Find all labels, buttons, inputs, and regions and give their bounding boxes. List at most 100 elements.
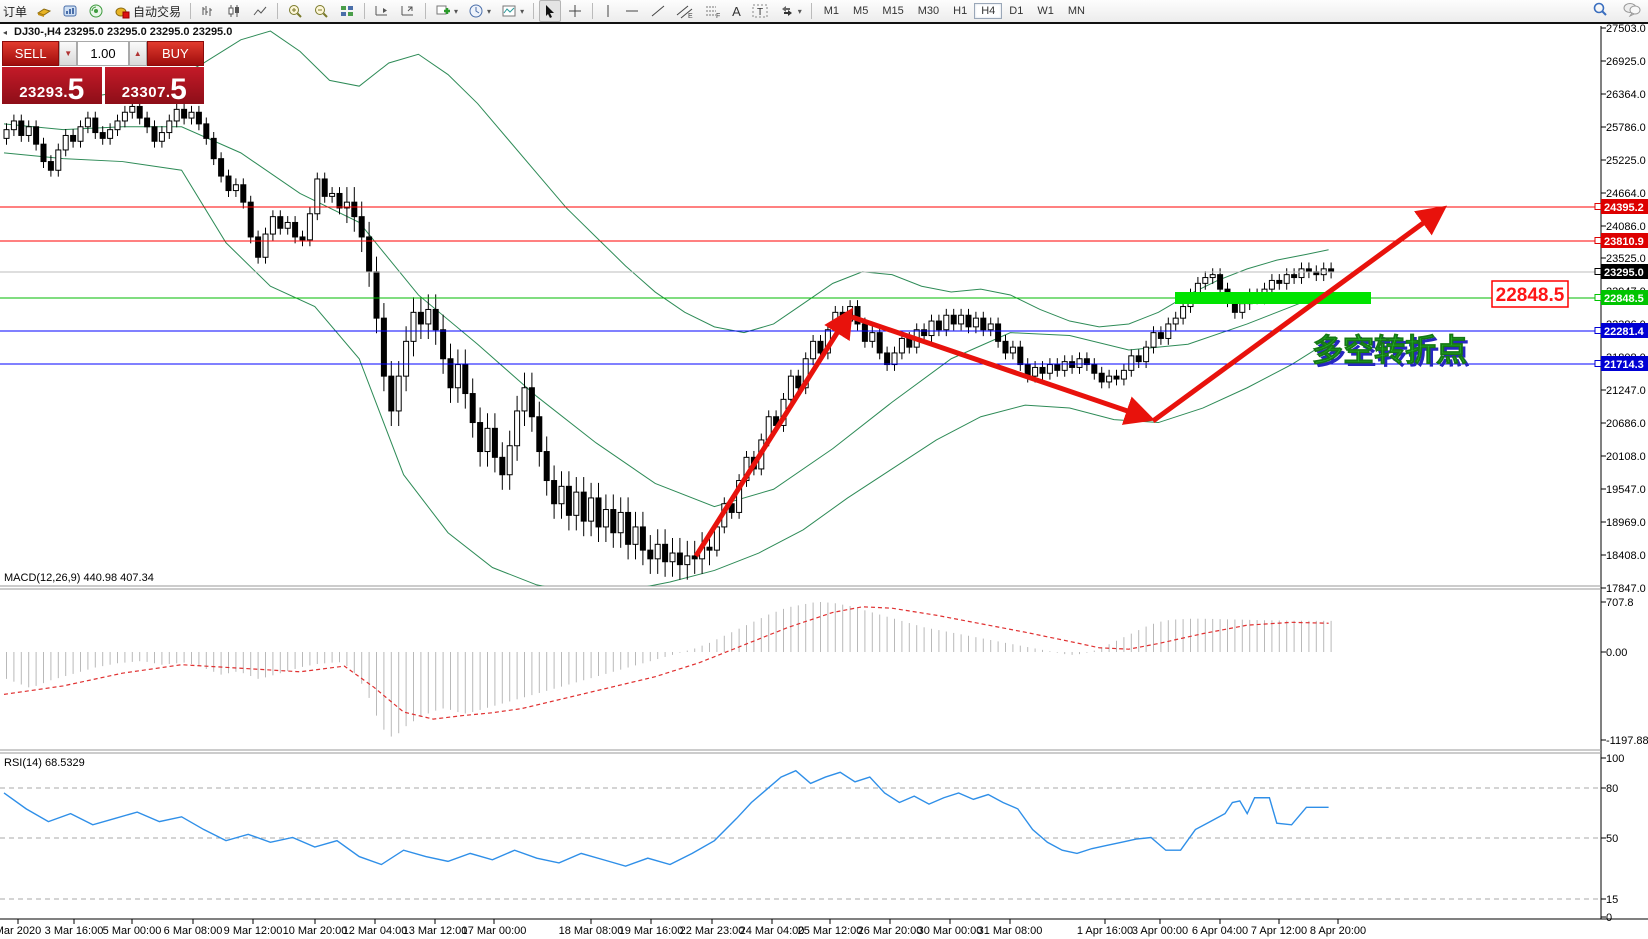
price-tag-label: 23810.9 bbox=[1604, 236, 1644, 248]
line-chart-mode-button[interactable] bbox=[248, 0, 272, 22]
price-axis-label: 24086.0 bbox=[1606, 221, 1646, 233]
candle-bear bbox=[204, 124, 209, 138]
candle-bull bbox=[426, 309, 431, 323]
support-zone-highlight[interactable] bbox=[1175, 292, 1371, 304]
candle-bull bbox=[833, 312, 838, 329]
candle-bear bbox=[1003, 341, 1008, 353]
timeframe-button-m15[interactable]: M15 bbox=[875, 3, 910, 19]
candle-bear bbox=[596, 498, 601, 527]
time-axis-label: 12 Mar 04:00 bbox=[343, 925, 408, 937]
arrows-caret[interactable]: ▾ bbox=[798, 7, 802, 16]
candle-bull bbox=[108, 130, 113, 139]
timeframe-button-m30[interactable]: M30 bbox=[911, 3, 946, 19]
text-tool-button[interactable]: A bbox=[728, 0, 745, 22]
zoom-in-button[interactable] bbox=[283, 0, 307, 22]
price-axis-label: 18969.0 bbox=[1606, 517, 1646, 529]
time-axis-label: 6 Mar 08:00 bbox=[164, 925, 223, 937]
templates-caret[interactable]: ▾ bbox=[520, 7, 524, 16]
timeframe-button-d1[interactable]: D1 bbox=[1002, 3, 1030, 19]
candle-bear bbox=[1306, 269, 1311, 272]
time-axis-label: 13 Mar 12:00 bbox=[403, 925, 468, 937]
periods-button[interactable]: ▾ bbox=[464, 0, 495, 22]
autotrading-button[interactable]: 自动交易 bbox=[110, 0, 185, 22]
chat-icon[interactable] bbox=[1622, 1, 1642, 17]
line-chart-icon bbox=[252, 3, 268, 19]
timeframe-button-h4[interactable]: H4 bbox=[974, 3, 1002, 19]
candle-bear bbox=[648, 550, 653, 559]
sell-price-display[interactable]: 23293.5 bbox=[2, 67, 102, 104]
candle-bull bbox=[130, 106, 135, 112]
candle-bear bbox=[48, 162, 53, 171]
arrows-tool-button[interactable]: ▾ bbox=[775, 0, 806, 22]
signals-button[interactable] bbox=[84, 0, 108, 22]
price-axis-label: 25786.0 bbox=[1606, 122, 1646, 134]
arrows-icon bbox=[779, 3, 795, 19]
price-tag-label: 22848.5 bbox=[1604, 293, 1644, 305]
buy-price-display[interactable]: 23307.5 bbox=[105, 67, 205, 104]
tile-windows-button[interactable] bbox=[335, 0, 359, 22]
candle-bull bbox=[1062, 362, 1067, 371]
label-tool-button[interactable]: T bbox=[747, 0, 773, 22]
line-anchor-handle bbox=[1595, 295, 1601, 301]
timeframe-button-m5[interactable]: M5 bbox=[846, 3, 875, 19]
time-axis-label: 3 Mar 16:00 bbox=[45, 925, 104, 937]
candle-bull bbox=[330, 193, 335, 196]
chart-canvas[interactable]: 27503.026925.026364.025786.025225.024664… bbox=[0, 24, 1648, 939]
panel-collapse-arrow[interactable]: ◂ bbox=[3, 28, 7, 37]
svg-text:E: E bbox=[688, 13, 693, 19]
timeframe-button-h1[interactable]: H1 bbox=[946, 3, 974, 19]
timeframe-button-m1[interactable]: M1 bbox=[817, 3, 846, 19]
candle-bear bbox=[529, 388, 534, 417]
templates-button[interactable]: ▾ bbox=[497, 0, 528, 22]
candle-bull bbox=[1299, 269, 1304, 278]
bar-chart-mode-button[interactable] bbox=[196, 0, 220, 22]
timeframe-button-mn[interactable]: MN bbox=[1061, 3, 1092, 19]
candle-bull bbox=[988, 324, 993, 330]
candle-bull bbox=[1010, 347, 1015, 353]
volume-increase-button[interactable]: ▲ bbox=[129, 41, 147, 66]
candlestick-mode-button[interactable] bbox=[222, 0, 246, 22]
volume-decrease-button[interactable]: ▼ bbox=[59, 41, 77, 66]
trendline-tool-button[interactable] bbox=[646, 0, 670, 22]
candle-bear bbox=[374, 272, 379, 318]
chart-title: DJ30-,H4 23295.0 23295.0 23295.0 23295.0 bbox=[14, 26, 232, 38]
vertical-line-tool-button[interactable] bbox=[598, 0, 618, 22]
terminal-button[interactable] bbox=[58, 0, 82, 22]
candle-bull bbox=[603, 510, 608, 527]
turning-point-text: 多空转折点 bbox=[1312, 333, 1467, 368]
periods-caret[interactable]: ▾ bbox=[487, 7, 491, 16]
macd-axis-label: 0.00 bbox=[1606, 647, 1627, 659]
fibonacci-tool-button[interactable]: F bbox=[700, 0, 726, 22]
channel-tool-button[interactable]: E bbox=[672, 0, 698, 22]
new-chart-caret[interactable]: ▾ bbox=[454, 7, 458, 16]
new-chart-button[interactable]: ▾ bbox=[431, 0, 462, 22]
autoscroll-button[interactable] bbox=[396, 0, 420, 22]
autotrading-icon bbox=[114, 3, 130, 19]
candle-bear bbox=[470, 394, 475, 423]
candle-bull bbox=[870, 333, 875, 342]
cursor-tool-button[interactable] bbox=[539, 0, 561, 22]
candle-bull bbox=[56, 150, 61, 170]
orders-menu[interactable]: 订单 bbox=[0, 1, 30, 21]
candle-bull bbox=[1033, 367, 1038, 376]
buy-button[interactable]: BUY bbox=[147, 41, 204, 66]
timeframe-button-w1[interactable]: W1 bbox=[1030, 3, 1061, 19]
vertical-line-icon bbox=[602, 3, 614, 19]
price-axis-label: 27503.0 bbox=[1606, 24, 1646, 35]
horizontal-line-tool-button[interactable] bbox=[620, 0, 644, 22]
new-order-button[interactable] bbox=[32, 0, 56, 22]
candle-bull bbox=[115, 121, 120, 130]
crosshair-tool-button[interactable] bbox=[563, 0, 587, 22]
time-axis-label: 22 Mar 23:00 bbox=[680, 925, 745, 937]
text-tool-label: A bbox=[732, 4, 741, 19]
candle-bear bbox=[996, 324, 1001, 341]
chart-shift-button[interactable] bbox=[370, 0, 394, 22]
volume-input[interactable]: 1.00 bbox=[77, 41, 129, 66]
main-toolbar: 订单 自动交易 ▾ ▾ bbox=[0, 0, 1648, 24]
search-icon[interactable] bbox=[1592, 1, 1608, 17]
zoom-out-button[interactable] bbox=[309, 0, 333, 22]
sell-button[interactable]: SELL bbox=[2, 41, 59, 66]
candle-bear bbox=[448, 359, 453, 388]
candle-bear bbox=[367, 237, 372, 272]
time-axis-label: 25 Mar 12:00 bbox=[798, 925, 863, 937]
